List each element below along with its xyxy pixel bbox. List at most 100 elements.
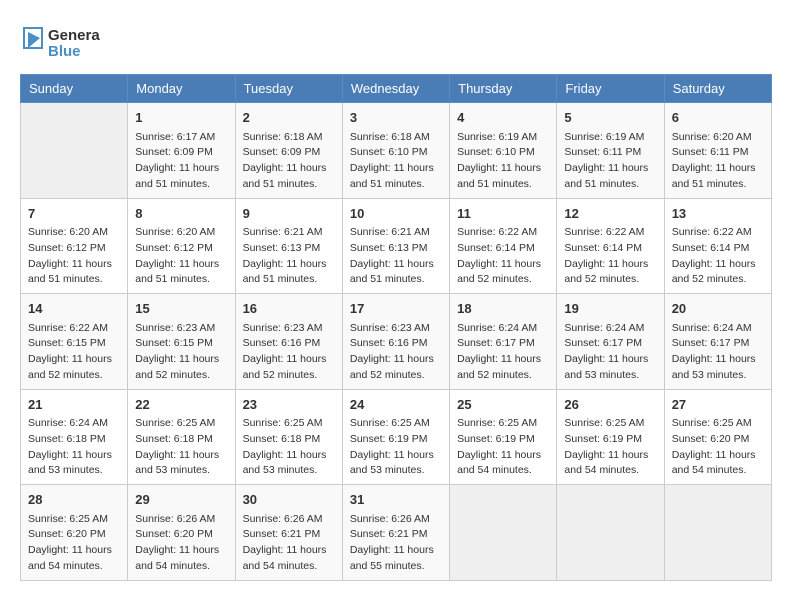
day-info: Sunrise: 6:26 AMSunset: 6:21 PMDaylight:… xyxy=(350,512,442,575)
calendar-week-row: 14Sunrise: 6:22 AMSunset: 6:15 PMDayligh… xyxy=(21,294,772,390)
day-number: 1 xyxy=(135,108,227,128)
day-number: 30 xyxy=(243,490,335,510)
calendar-cell: 19Sunrise: 6:24 AMSunset: 6:17 PMDayligh… xyxy=(557,294,664,390)
day-info: Sunrise: 6:25 AMSunset: 6:18 PMDaylight:… xyxy=(135,416,227,479)
calendar-cell xyxy=(450,485,557,581)
header-thursday: Thursday xyxy=(450,75,557,103)
day-info: Sunrise: 6:18 AMSunset: 6:09 PMDaylight:… xyxy=(243,130,335,193)
calendar-cell: 12Sunrise: 6:22 AMSunset: 6:14 PMDayligh… xyxy=(557,198,664,294)
day-info: Sunrise: 6:21 AMSunset: 6:13 PMDaylight:… xyxy=(350,225,442,288)
calendar-cell: 7Sunrise: 6:20 AMSunset: 6:12 PMDaylight… xyxy=(21,198,128,294)
day-number: 20 xyxy=(672,299,764,319)
day-info: Sunrise: 6:20 AMSunset: 6:12 PMDaylight:… xyxy=(135,225,227,288)
day-info: Sunrise: 6:25 AMSunset: 6:19 PMDaylight:… xyxy=(350,416,442,479)
day-info: Sunrise: 6:26 AMSunset: 6:20 PMDaylight:… xyxy=(135,512,227,575)
calendar-cell: 3Sunrise: 6:18 AMSunset: 6:10 PMDaylight… xyxy=(342,103,449,199)
calendar-cell: 31Sunrise: 6:26 AMSunset: 6:21 PMDayligh… xyxy=(342,485,449,581)
day-number: 26 xyxy=(564,395,656,415)
calendar-cell: 30Sunrise: 6:26 AMSunset: 6:21 PMDayligh… xyxy=(235,485,342,581)
calendar-header-row: SundayMondayTuesdayWednesdayThursdayFrid… xyxy=(21,75,772,103)
day-number: 23 xyxy=(243,395,335,415)
day-info: Sunrise: 6:20 AMSunset: 6:12 PMDaylight:… xyxy=(28,225,120,288)
day-info: Sunrise: 6:22 AMSunset: 6:14 PMDaylight:… xyxy=(672,225,764,288)
day-number: 28 xyxy=(28,490,120,510)
day-info: Sunrise: 6:22 AMSunset: 6:15 PMDaylight:… xyxy=(28,321,120,384)
calendar-cell: 17Sunrise: 6:23 AMSunset: 6:16 PMDayligh… xyxy=(342,294,449,390)
day-number: 4 xyxy=(457,108,549,128)
header-sunday: Sunday xyxy=(21,75,128,103)
day-info: Sunrise: 6:21 AMSunset: 6:13 PMDaylight:… xyxy=(243,225,335,288)
day-info: Sunrise: 6:26 AMSunset: 6:21 PMDaylight:… xyxy=(243,512,335,575)
day-number: 16 xyxy=(243,299,335,319)
header-saturday: Saturday xyxy=(664,75,771,103)
calendar-cell: 29Sunrise: 6:26 AMSunset: 6:20 PMDayligh… xyxy=(128,485,235,581)
calendar-cell: 22Sunrise: 6:25 AMSunset: 6:18 PMDayligh… xyxy=(128,389,235,485)
day-number: 19 xyxy=(564,299,656,319)
calendar-cell: 15Sunrise: 6:23 AMSunset: 6:15 PMDayligh… xyxy=(128,294,235,390)
day-info: Sunrise: 6:19 AMSunset: 6:10 PMDaylight:… xyxy=(457,130,549,193)
calendar-cell: 16Sunrise: 6:23 AMSunset: 6:16 PMDayligh… xyxy=(235,294,342,390)
logo: GeneralBlue xyxy=(20,20,100,64)
day-number: 8 xyxy=(135,204,227,224)
header-monday: Monday xyxy=(128,75,235,103)
day-info: Sunrise: 6:25 AMSunset: 6:19 PMDaylight:… xyxy=(457,416,549,479)
calendar-cell: 9Sunrise: 6:21 AMSunset: 6:13 PMDaylight… xyxy=(235,198,342,294)
header-wednesday: Wednesday xyxy=(342,75,449,103)
day-info: Sunrise: 6:20 AMSunset: 6:11 PMDaylight:… xyxy=(672,130,764,193)
svg-text:General: General xyxy=(48,27,100,44)
calendar-cell: 6Sunrise: 6:20 AMSunset: 6:11 PMDaylight… xyxy=(664,103,771,199)
calendar-cell: 4Sunrise: 6:19 AMSunset: 6:10 PMDaylight… xyxy=(450,103,557,199)
day-number: 24 xyxy=(350,395,442,415)
day-number: 12 xyxy=(564,204,656,224)
calendar-week-row: 21Sunrise: 6:24 AMSunset: 6:18 PMDayligh… xyxy=(21,389,772,485)
day-number: 21 xyxy=(28,395,120,415)
day-number: 17 xyxy=(350,299,442,319)
day-number: 22 xyxy=(135,395,227,415)
day-number: 3 xyxy=(350,108,442,128)
day-info: Sunrise: 6:17 AMSunset: 6:09 PMDaylight:… xyxy=(135,130,227,193)
calendar-cell: 27Sunrise: 6:25 AMSunset: 6:20 PMDayligh… xyxy=(664,389,771,485)
day-number: 31 xyxy=(350,490,442,510)
calendar-week-row: 7Sunrise: 6:20 AMSunset: 6:12 PMDaylight… xyxy=(21,198,772,294)
calendar-cell xyxy=(557,485,664,581)
day-info: Sunrise: 6:24 AMSunset: 6:17 PMDaylight:… xyxy=(564,321,656,384)
header-friday: Friday xyxy=(557,75,664,103)
logo-svg: GeneralBlue xyxy=(20,20,100,64)
day-info: Sunrise: 6:18 AMSunset: 6:10 PMDaylight:… xyxy=(350,130,442,193)
day-info: Sunrise: 6:22 AMSunset: 6:14 PMDaylight:… xyxy=(457,225,549,288)
svg-text:Blue: Blue xyxy=(48,43,81,60)
calendar-cell: 28Sunrise: 6:25 AMSunset: 6:20 PMDayligh… xyxy=(21,485,128,581)
day-number: 7 xyxy=(28,204,120,224)
calendar-cell: 11Sunrise: 6:22 AMSunset: 6:14 PMDayligh… xyxy=(450,198,557,294)
calendar-cell: 1Sunrise: 6:17 AMSunset: 6:09 PMDaylight… xyxy=(128,103,235,199)
day-info: Sunrise: 6:25 AMSunset: 6:20 PMDaylight:… xyxy=(28,512,120,575)
calendar-cell: 10Sunrise: 6:21 AMSunset: 6:13 PMDayligh… xyxy=(342,198,449,294)
day-number: 18 xyxy=(457,299,549,319)
day-info: Sunrise: 6:19 AMSunset: 6:11 PMDaylight:… xyxy=(564,130,656,193)
day-number: 6 xyxy=(672,108,764,128)
calendar-cell: 20Sunrise: 6:24 AMSunset: 6:17 PMDayligh… xyxy=(664,294,771,390)
calendar-cell: 2Sunrise: 6:18 AMSunset: 6:09 PMDaylight… xyxy=(235,103,342,199)
calendar-cell: 21Sunrise: 6:24 AMSunset: 6:18 PMDayligh… xyxy=(21,389,128,485)
day-info: Sunrise: 6:25 AMSunset: 6:20 PMDaylight:… xyxy=(672,416,764,479)
day-info: Sunrise: 6:24 AMSunset: 6:17 PMDaylight:… xyxy=(672,321,764,384)
day-number: 5 xyxy=(564,108,656,128)
day-number: 11 xyxy=(457,204,549,224)
calendar-cell: 18Sunrise: 6:24 AMSunset: 6:17 PMDayligh… xyxy=(450,294,557,390)
calendar-cell: 8Sunrise: 6:20 AMSunset: 6:12 PMDaylight… xyxy=(128,198,235,294)
day-number: 14 xyxy=(28,299,120,319)
day-info: Sunrise: 6:23 AMSunset: 6:16 PMDaylight:… xyxy=(243,321,335,384)
calendar-cell: 14Sunrise: 6:22 AMSunset: 6:15 PMDayligh… xyxy=(21,294,128,390)
day-number: 13 xyxy=(672,204,764,224)
day-number: 10 xyxy=(350,204,442,224)
day-number: 15 xyxy=(135,299,227,319)
day-info: Sunrise: 6:22 AMSunset: 6:14 PMDaylight:… xyxy=(564,225,656,288)
calendar-cell: 23Sunrise: 6:25 AMSunset: 6:18 PMDayligh… xyxy=(235,389,342,485)
page-header: GeneralBlue xyxy=(20,20,772,64)
day-info: Sunrise: 6:23 AMSunset: 6:15 PMDaylight:… xyxy=(135,321,227,384)
day-number: 9 xyxy=(243,204,335,224)
calendar-cell: 25Sunrise: 6:25 AMSunset: 6:19 PMDayligh… xyxy=(450,389,557,485)
calendar-cell xyxy=(664,485,771,581)
day-info: Sunrise: 6:24 AMSunset: 6:17 PMDaylight:… xyxy=(457,321,549,384)
day-info: Sunrise: 6:23 AMSunset: 6:16 PMDaylight:… xyxy=(350,321,442,384)
